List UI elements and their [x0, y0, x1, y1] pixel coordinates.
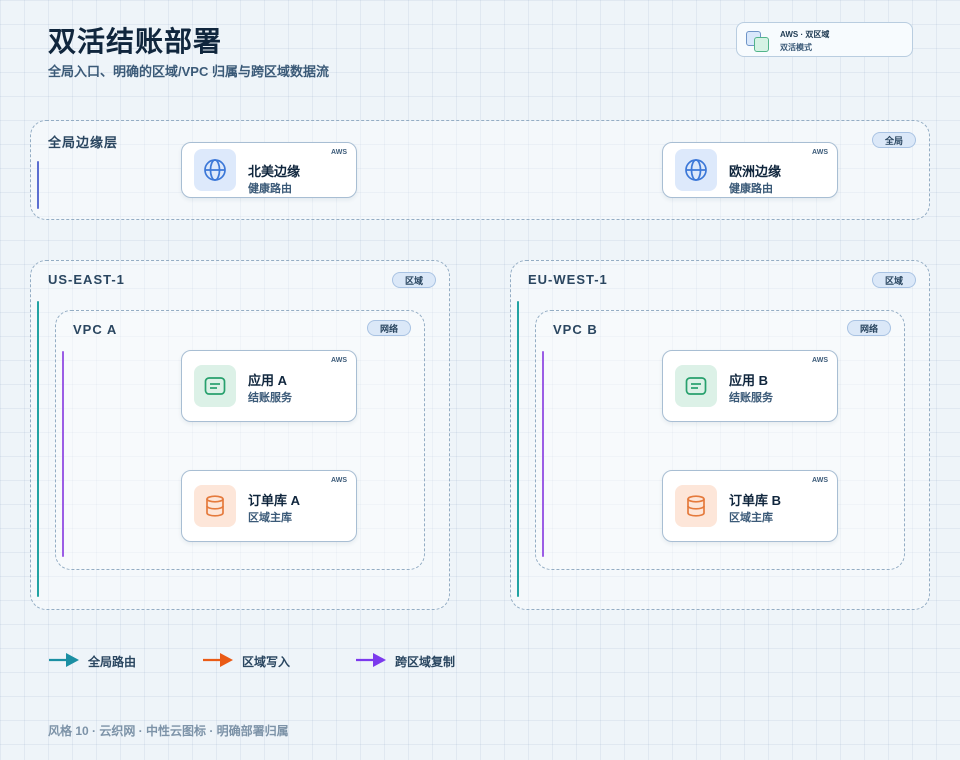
- badge-line1: AWS · 双区域: [780, 30, 830, 39]
- card-subtitle: 区域主库: [729, 512, 773, 524]
- region-accent-line: [517, 301, 519, 597]
- legend-label: 跨区域复制: [395, 655, 456, 669]
- app-service-icon: [194, 365, 236, 407]
- database-icon: [194, 485, 236, 527]
- card-title: 应用 B: [729, 373, 769, 388]
- footer-caption: 风格 10 · 云织网 · 中性云图标 · 明确部署归属: [48, 724, 289, 738]
- region-square-icon: [754, 37, 769, 52]
- region-accent-line: [37, 301, 39, 597]
- region-tag: 区域: [391, 272, 436, 288]
- card-title: 订单库 A: [248, 493, 301, 508]
- page-title: 双活结账部署: [48, 26, 223, 57]
- card-subtitle: 健康路由: [248, 183, 292, 195]
- zone-label: 全局边缘层: [48, 135, 119, 150]
- zone-tag: 全局: [871, 132, 916, 148]
- app-service-icon: [675, 365, 717, 407]
- card-subtitle: 结账服务: [729, 392, 773, 404]
- vpc-accent-line: [542, 351, 544, 557]
- provider-label: AWS: [812, 477, 828, 484]
- region-tag: 区域: [871, 272, 916, 288]
- provider-label: AWS: [331, 149, 347, 156]
- card-subtitle: 健康路由: [729, 183, 773, 195]
- badge-line2: 双活模式: [780, 43, 812, 52]
- provider-label: AWS: [331, 477, 347, 484]
- card-subtitle: 区域主库: [248, 512, 292, 524]
- app-card-a[interactable]: AWS 应用 A 结账服务: [181, 350, 357, 422]
- db-card-b[interactable]: AWS 订单库 B 区域主库: [662, 470, 838, 542]
- vpc-tag: 网络: [366, 320, 411, 336]
- arrow-icon: [356, 653, 386, 667]
- vpc-label: VPC B: [553, 322, 598, 337]
- deployment-badge: AWS · 双区域 双活模式: [736, 22, 913, 57]
- region-label: EU-WEST-1: [528, 272, 608, 287]
- card-title: 北美边缘: [248, 164, 301, 179]
- vpc-tag: 网络: [846, 320, 891, 336]
- db-card-a[interactable]: AWS 订单库 A 区域主库: [181, 470, 357, 542]
- arrow-icon: [203, 653, 233, 667]
- card-title: 应用 A: [248, 373, 288, 388]
- legend: 全局路由 区域写入 跨区域复制: [48, 650, 528, 670]
- vpc-label: VPC A: [73, 322, 118, 337]
- app-card-b[interactable]: AWS 应用 B 结账服务: [662, 350, 838, 422]
- database-icon: [675, 485, 717, 527]
- edge-card-europe[interactable]: AWS 欧洲边缘 健康路由: [662, 142, 838, 198]
- card-title: 欧洲边缘: [729, 164, 782, 179]
- arrow-icon: [49, 653, 79, 667]
- provider-label: AWS: [331, 357, 347, 364]
- card-subtitle: 结账服务: [248, 392, 292, 404]
- globe-icon: [194, 149, 236, 191]
- provider-label: AWS: [812, 149, 828, 156]
- region-label: US-EAST-1: [48, 272, 125, 287]
- zone-accent-line: [37, 161, 39, 209]
- provider-label: AWS: [812, 357, 828, 364]
- card-title: 订单库 B: [729, 493, 782, 508]
- globe-icon: [675, 149, 717, 191]
- edge-card-north-america[interactable]: AWS 北美边缘 健康路由: [181, 142, 357, 198]
- legend-label: 全局路由: [88, 655, 137, 669]
- page-subtitle: 全局入口、明确的区域/VPC 归属与跨区域数据流: [48, 64, 329, 79]
- legend-label: 区域写入: [242, 655, 291, 669]
- vpc-accent-line: [62, 351, 64, 557]
